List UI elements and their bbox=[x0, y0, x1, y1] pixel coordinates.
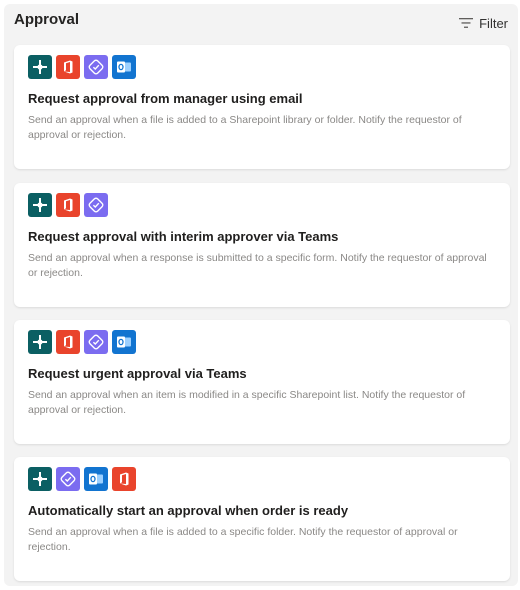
card-title: Request urgent approval via Teams bbox=[28, 366, 247, 381]
connector-icons bbox=[28, 467, 136, 491]
panel-header: Approval Filter bbox=[4, 4, 518, 40]
outlook-icon bbox=[112, 330, 136, 354]
filter-button[interactable]: Filter bbox=[459, 14, 508, 32]
card-description: Send an approval when a response is subm… bbox=[28, 252, 487, 279]
template-card[interactable]: Request urgent approval via Teams Send a… bbox=[14, 320, 510, 444]
office-icon bbox=[56, 330, 80, 354]
power-automate-icon bbox=[28, 193, 52, 217]
approvals-icon bbox=[84, 55, 108, 79]
filter-icon bbox=[459, 17, 474, 29]
card-description: Send an approval when a file is added to… bbox=[28, 526, 458, 553]
power-automate-icon bbox=[28, 467, 52, 491]
filter-label: Filter bbox=[479, 15, 508, 31]
outlook-icon bbox=[84, 467, 108, 491]
page-title: Approval bbox=[14, 11, 80, 28]
office-icon bbox=[56, 193, 80, 217]
card-title: Request approval with interim approver v… bbox=[28, 229, 339, 244]
power-automate-icon bbox=[28, 55, 52, 79]
card-title: Automatically start an approval when ord… bbox=[28, 503, 349, 518]
office-icon bbox=[112, 467, 136, 491]
power-automate-icon bbox=[28, 330, 52, 354]
approval-panel: Approval Filter Request approval from ma… bbox=[4, 4, 518, 586]
template-card[interactable]: Automatically start an approval when ord… bbox=[14, 457, 510, 581]
card-title: Request approval from manager using emai… bbox=[28, 91, 303, 106]
card-description: Send an approval when a file is added to… bbox=[28, 114, 462, 141]
connector-icons bbox=[28, 55, 136, 79]
connector-icons bbox=[28, 193, 108, 217]
approvals-icon bbox=[56, 467, 80, 491]
connector-icons bbox=[28, 330, 136, 354]
approvals-icon bbox=[84, 330, 108, 354]
office-icon bbox=[56, 55, 80, 79]
template-card[interactable]: Request approval from manager using emai… bbox=[14, 45, 510, 169]
card-description: Send an approval when an item is modifie… bbox=[28, 389, 466, 416]
approvals-icon bbox=[84, 193, 108, 217]
outlook-icon bbox=[112, 55, 136, 79]
template-card[interactable]: Request approval with interim approver v… bbox=[14, 183, 510, 307]
